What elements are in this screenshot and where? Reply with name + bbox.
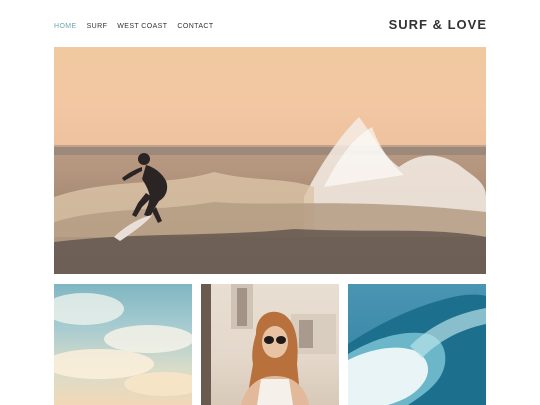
wave-illustration xyxy=(348,294,486,405)
gallery-thumb-sky[interactable] xyxy=(54,284,192,405)
gallery-thumb-woman[interactable] xyxy=(201,284,339,405)
woman-illustration xyxy=(201,284,336,405)
main-nav: HOME SURF WEST COAST CONTACT xyxy=(54,23,214,30)
nav-surf[interactable]: SURF xyxy=(87,23,108,30)
nav-home[interactable]: HOME xyxy=(54,23,77,30)
gallery-thumb-wave[interactable] xyxy=(348,284,486,405)
nav-west-coast[interactable]: WEST COAST xyxy=(117,23,167,30)
site-title[interactable]: SURF & LOVE xyxy=(389,17,487,32)
hero-surfer-illustration xyxy=(54,117,486,274)
clouds-illustration xyxy=(54,293,192,396)
hero-image[interactable] xyxy=(54,47,486,274)
nav-contact[interactable]: CONTACT xyxy=(177,23,213,30)
